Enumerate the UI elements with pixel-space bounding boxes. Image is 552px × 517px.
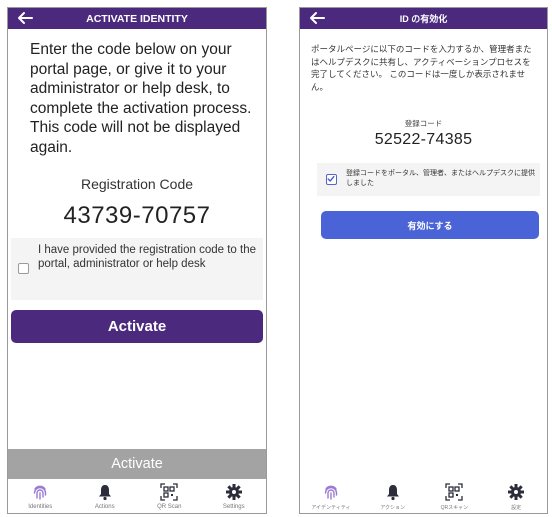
gear-icon (508, 484, 525, 500)
fingerprint-icon (324, 485, 338, 500)
bell-icon (98, 485, 111, 501)
qr-scan-icon (160, 483, 178, 501)
nav-settings[interactable]: Settings (208, 479, 260, 510)
qr-scan-icon (445, 483, 464, 501)
registration-code-label: 登録コード (404, 119, 443, 128)
instructions-text: Enter the code below on your portal page… (30, 41, 252, 156)
nav-identities[interactable]: アイデンティティ (305, 479, 357, 511)
nav-actions[interactable]: Actions (79, 479, 131, 510)
bell-icon (386, 485, 399, 501)
gear-icon (225, 484, 242, 500)
nav-qr-scan[interactable]: QR Scan (143, 479, 195, 510)
page-title: ACTIVATE IDENTITY (86, 12, 188, 25)
fingerprint-icon (34, 485, 47, 500)
confirm-checkbox-checked[interactable] (326, 174, 337, 185)
nav-label-actions: アクション (380, 505, 405, 511)
activate-button[interactable]: 有効にする (321, 211, 539, 239)
nav-actions[interactable]: アクション (367, 479, 419, 511)
header-bar: ACTIVATE IDENTITY (8, 8, 266, 29)
confirm-checkbox-row[interactable]: 登録コードをポータル、管理者、またはヘルプデスクに提供しました (317, 163, 540, 196)
nav-identities[interactable]: Identities (14, 479, 66, 510)
nav-settings[interactable]: 設定 (490, 479, 542, 511)
bottom-navigation: アイデンティティ アクション QRスキャン 設定 (300, 479, 547, 513)
nav-label-actions: Actions (94, 504, 115, 510)
header-bar: ID の有効化 (300, 8, 547, 29)
nav-label-qr-scan: QR Scan (157, 504, 182, 510)
back-arrow-icon[interactable] (309, 11, 325, 25)
back-arrow-icon[interactable] (17, 11, 33, 25)
activate-button[interactable]: Activate (11, 310, 263, 343)
japanese-phone-screen: ID の有効化 ポータルページに以下のコードを入力するか、管理者またはヘルプデス… (299, 7, 548, 514)
checkmark-icon (327, 175, 335, 182)
confirm-checkbox[interactable] (18, 263, 29, 274)
nav-label-settings: 設定 (511, 505, 522, 511)
instructions-text: ポータルページに以下のコードを入力するか、管理者またはヘルプデスクに共有し、アク… (311, 44, 532, 92)
nav-label-identities: Identities (28, 504, 53, 510)
registration-code: 52522-74385 (374, 131, 473, 148)
activate-button-disabled: Activate (8, 449, 266, 479)
nav-label-identities: アイデンティティ (311, 505, 351, 511)
nav-qr-scan[interactable]: QRスキャン (428, 479, 480, 511)
confirm-checkbox-label: 登録コードをポータル、管理者、またはヘルプデスクに提供しました (346, 170, 535, 187)
nav-label-settings: Settings (222, 504, 245, 510)
page-title: ID の有効化 (399, 14, 448, 24)
bottom-navigation: Identities Actions QR Scan Settings (8, 479, 266, 513)
english-phone-screen: ACTIVATE IDENTITY Enter the code below o… (7, 7, 267, 514)
registration-code-label: Registration Code (80, 176, 194, 192)
confirm-checkbox-label: I have provided the registration code to… (38, 244, 257, 270)
registration-code: 43739-70757 (63, 202, 211, 229)
confirm-checkbox-row[interactable]: I have provided the registration code to… (11, 238, 263, 300)
nav-label-qr-scan: QRスキャン (440, 505, 469, 511)
